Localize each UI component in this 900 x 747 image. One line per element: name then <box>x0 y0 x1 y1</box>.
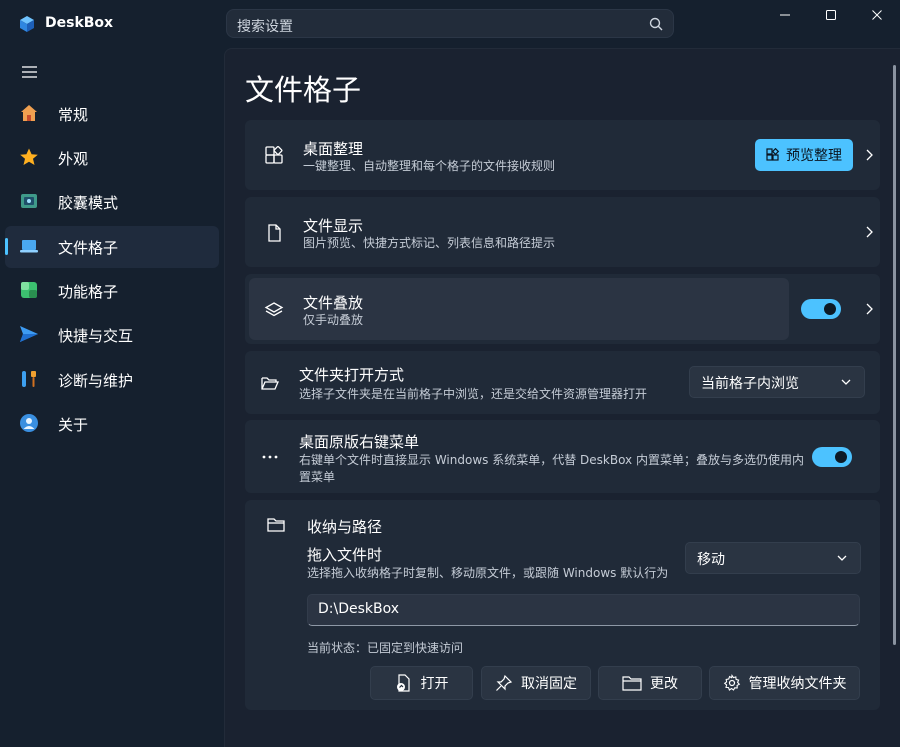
folder-open-icon <box>261 377 279 390</box>
card-file-display[interactable]: 文件显示 图片预览、快捷方式标记、列表信息和路径提示 <box>245 197 880 267</box>
card-file-stack[interactable]: 文件叠放 仅手动叠放 <box>245 274 880 344</box>
change-folder-button[interactable]: 更改 <box>598 666 702 700</box>
hamburger-menu-icon[interactable] <box>20 64 40 80</box>
sidebar-item-label: 外观 <box>58 150 89 168</box>
card-description: 选择子文件夹是在当前格子中浏览，还是交给文件资源管理器打开 <box>299 387 648 401</box>
chevron-right-icon <box>866 226 873 238</box>
maximize-icon <box>826 10 836 20</box>
sidebar-item-label: 快捷与交互 <box>58 327 134 345</box>
unpin-button[interactable]: 取消固定 <box>481 666 591 700</box>
card-title: 文件叠放 <box>303 294 364 312</box>
grid-icon <box>21 282 37 298</box>
card-storage-path: 收纳与路径 拖入文件时 选择拖入收纳格子时复制、移动原文件，或跟随 Window… <box>245 500 880 710</box>
open-label: 打开 <box>420 676 449 692</box>
sidebar-item-label: 诊断与维护 <box>58 372 134 390</box>
apps-grid-icon <box>766 148 780 161</box>
native-context-menu-toggle[interactable] <box>812 447 852 467</box>
document-icon <box>268 224 281 242</box>
open-file-icon <box>396 674 410 692</box>
manage-label: 管理收纳文件夹 <box>748 676 847 692</box>
select-value: 移动 <box>697 552 725 568</box>
card-title: 桌面原版右键菜单 <box>299 433 420 451</box>
layers-icon <box>264 302 284 317</box>
send-icon <box>20 326 38 342</box>
card-desktop-organize[interactable]: 桌面整理 一键整理、自动整理和每个格子的文件接收规则 预览整理 <box>245 120 880 190</box>
folder-open-mode-select[interactable]: 当前格子内浏览 <box>689 366 865 398</box>
more-dots-icon <box>262 455 278 459</box>
gear-icon <box>723 674 740 691</box>
change-label: 更改 <box>650 676 678 692</box>
cube-logo-icon <box>20 16 34 32</box>
chevron-right-icon <box>866 303 873 315</box>
minimize-icon <box>780 14 790 16</box>
info-avatar-icon <box>20 414 38 432</box>
card-description: 仅手动叠放 <box>303 313 364 327</box>
card-title: 文件显示 <box>303 217 364 235</box>
search-input[interactable]: 搜索设置 <box>226 9 674 38</box>
card-title: 桌面整理 <box>303 140 364 158</box>
sidebar-item-about[interactable]: 关于 <box>5 403 219 445</box>
toggle-knob <box>824 303 836 315</box>
close-icon <box>872 10 882 20</box>
drop-action-select[interactable]: 移动 <box>685 542 861 574</box>
sidebar-item-capsule[interactable]: 胶囊模式 <box>5 181 219 223</box>
chevron-down-icon <box>837 555 847 561</box>
sidebar-item-diagnostics[interactable]: 诊断与维护 <box>5 359 219 401</box>
card-description: 一键整理、自动整理和每个格子的文件接收规则 <box>303 159 556 173</box>
home-icon <box>21 105 37 121</box>
card-folder-open-mode: 文件夹打开方式 选择子文件夹是在当前格子中浏览，还是交给文件资源管理器打开 当前… <box>245 351 880 414</box>
vertical-scrollbar[interactable] <box>893 65 896 645</box>
chevron-right-icon <box>866 149 873 161</box>
chevron-down-icon <box>841 379 851 385</box>
laptop-icon <box>20 240 38 253</box>
select-value: 当前格子内浏览 <box>701 376 799 392</box>
card-title: 文件夹打开方式 <box>299 366 405 384</box>
sidebar-item-label: 功能格子 <box>58 283 119 301</box>
star-icon <box>20 148 38 165</box>
maximize-button[interactable] <box>808 0 854 30</box>
storage-path-input[interactable]: D:\DeskBox <box>307 594 860 626</box>
sidebar-item-file-grid[interactable]: 文件格子 <box>5 226 219 268</box>
active-indicator <box>5 238 8 255</box>
close-button[interactable] <box>854 0 900 30</box>
sidebar-item-general[interactable]: 常规 <box>5 93 219 135</box>
title-bar: DeskBox 搜索设置 <box>0 0 900 48</box>
storage-status: 当前状态：已固定到快速访问 <box>307 641 464 655</box>
toggle-knob <box>835 451 847 463</box>
sidebar-item-appearance[interactable]: 外观 <box>5 137 219 179</box>
page-title: 文件格子 <box>245 73 362 107</box>
drop-setting-title: 拖入文件时 <box>307 546 383 564</box>
unpin-label: 取消固定 <box>521 676 577 692</box>
capsule-icon <box>21 194 37 208</box>
minimize-button[interactable] <box>762 0 808 30</box>
card-native-context-menu: 桌面原版右键菜单 右键单个文件时直接显示 Windows 系统菜单，代替 Des… <box>245 420 880 493</box>
preview-organize-button[interactable]: 预览整理 <box>755 139 853 171</box>
main-content: 文件格子 桌面整理 一键整理、自动整理和每个格子的文件接收规则 预览整理 文件显… <box>224 48 900 747</box>
card-title: 收纳与路径 <box>307 518 383 536</box>
file-stack-toggle[interactable] <box>801 299 841 319</box>
sidebar-item-label: 文件格子 <box>58 239 119 257</box>
path-value: D:\DeskBox <box>318 601 400 617</box>
unpin-icon <box>496 674 513 691</box>
folder-icon <box>622 676 642 691</box>
search-placeholder: 搜索设置 <box>237 19 293 35</box>
search-icon <box>649 17 663 31</box>
apps-grid-icon <box>265 146 283 164</box>
sidebar-item-label: 常规 <box>58 106 89 124</box>
drop-setting-description: 选择拖入收纳格子时复制、移动原文件，或跟随 Windows 默认行为 <box>307 566 669 580</box>
tools-icon <box>22 371 36 387</box>
folder-icon <box>267 518 285 532</box>
sidebar-item-label: 关于 <box>58 416 89 434</box>
manage-storage-folder-button[interactable]: 管理收纳文件夹 <box>709 666 860 700</box>
card-description: 图片预览、快捷方式标记、列表信息和路径提示 <box>303 236 556 250</box>
app-title: DeskBox <box>45 15 114 31</box>
preview-organize-label: 预览整理 <box>786 148 842 164</box>
sidebar-item-label: 胶囊模式 <box>58 194 119 212</box>
sidebar-item-function-grid[interactable]: 功能格子 <box>5 270 219 312</box>
card-description: 右键单个文件时直接显示 Windows 系统菜单，代替 DeskBox 内置菜单… <box>299 453 804 484</box>
open-folder-button[interactable]: 打开 <box>370 666 473 700</box>
sidebar-item-shortcuts[interactable]: 快捷与交互 <box>5 314 219 356</box>
